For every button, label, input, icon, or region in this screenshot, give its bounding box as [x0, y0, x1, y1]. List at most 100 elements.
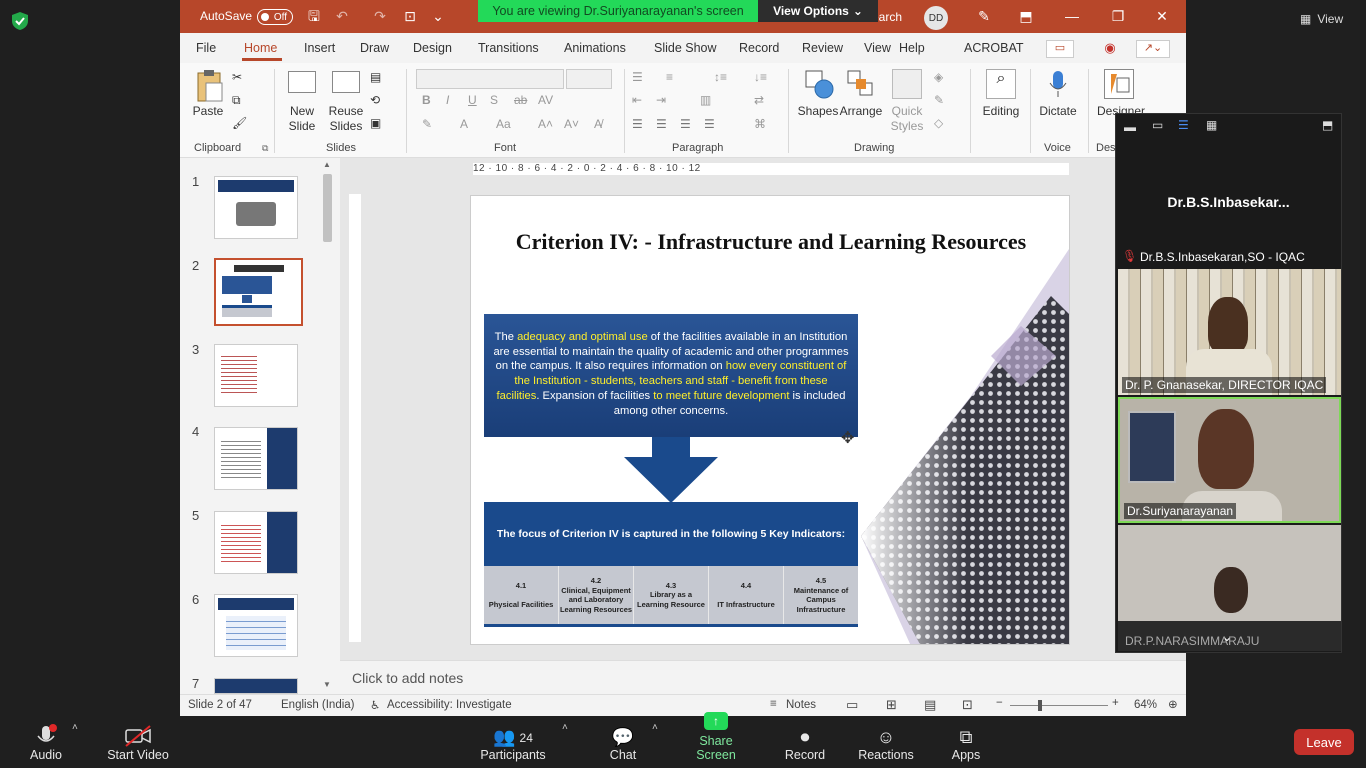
underline-icon[interactable]: U [468, 93, 477, 107]
increase-indent-icon[interactable]: ⇥ [656, 93, 666, 107]
line-spacing-icon[interactable]: ↕≡ [714, 70, 727, 84]
align-right-icon[interactable]: ☰ [680, 117, 691, 131]
expand-panel-icon[interactable]: ⌄ [1222, 630, 1232, 644]
clear-format-icon[interactable]: A̸ [594, 117, 602, 131]
slide-title[interactable]: Criterion IV: - Infrastructure and Learn… [511, 226, 1031, 257]
section-icon[interactable]: ▣ [370, 116, 381, 130]
copy-icon[interactable]: ⧉ [232, 93, 241, 108]
menu-review[interactable]: Review [802, 41, 843, 55]
cut-icon[interactable]: ✂ [232, 70, 242, 84]
editing-button[interactable]: Editing [978, 104, 1024, 118]
slide-thumbnail-3[interactable] [214, 344, 298, 407]
bullets-icon[interactable]: ☰ [632, 70, 643, 84]
menu-transitions[interactable]: Transitions [478, 41, 539, 55]
dictate-button[interactable]: Dictate [1036, 104, 1080, 118]
single-view-icon[interactable]: ▭ [1152, 118, 1163, 132]
align-center-icon[interactable]: ☰ [656, 117, 667, 131]
change-case-icon[interactable]: Aa [496, 117, 511, 131]
present-icon[interactable]: ⊡ [402, 8, 418, 24]
font-color-icon[interactable]: A [460, 117, 468, 131]
menu-home[interactable]: Home [244, 41, 277, 55]
avatar[interactable]: DD [924, 6, 948, 30]
view-button[interactable]: ▦ View [1300, 8, 1360, 30]
slide-thumbnail-4[interactable] [214, 427, 298, 490]
strip-view-icon[interactable]: ☰ [1178, 118, 1189, 132]
paste-button[interactable]: Paste [190, 104, 226, 118]
comments-icon[interactable]: ▭ [1046, 40, 1074, 58]
apps-button[interactable]: ⧉ Apps [944, 716, 988, 768]
view-options-button[interactable]: View Options ⌄ [758, 0, 878, 22]
leave-button[interactable]: Leave [1294, 729, 1354, 755]
slide-thumbnail-6[interactable] [214, 594, 298, 657]
language[interactable]: English (India) [281, 699, 355, 711]
undo-icon[interactable]: ↶ [334, 8, 350, 24]
shapes-icon[interactable] [804, 69, 834, 99]
slide-thumbnail-5[interactable] [214, 511, 298, 574]
shape-fill-icon[interactable]: ◈ [934, 70, 943, 84]
chat-button[interactable]: 💬 Chat [600, 716, 646, 768]
menu-help[interactable]: Help [899, 41, 925, 55]
numbering-icon[interactable]: ≡ [666, 70, 673, 84]
normal-view-icon[interactable]: ▭ [846, 697, 858, 713]
notes-pane[interactable]: Click to add notes [340, 660, 1186, 694]
start-video-button[interactable]: Start Video [104, 716, 172, 768]
arrange-icon[interactable] [846, 69, 876, 99]
shape-outline-icon[interactable]: ✎ [934, 93, 944, 107]
new-slide-button[interactable]: New Slide [280, 104, 324, 134]
focus-statement[interactable]: The focus of Criterion IV is captured in… [484, 502, 858, 566]
fit-slide-icon[interactable]: ⊕ [1168, 697, 1178, 711]
zoom-out-icon[interactable]: − [996, 697, 1003, 709]
reuse-slides-button[interactable]: Reuse Slides [324, 104, 368, 134]
video-tile-gnanasekar[interactable]: Dr. P. Gnanasekar, DIRECTOR IQAC [1118, 269, 1341, 395]
reset-icon[interactable]: ⟲ [370, 93, 380, 107]
sort-icon[interactable]: ↓≡ [754, 70, 767, 84]
paste-icon[interactable] [194, 69, 224, 103]
justify-icon[interactable]: ☰ [704, 117, 715, 131]
menu-slide-show[interactable]: Slide Show [654, 41, 717, 55]
close-icon[interactable]: ✕ [1154, 8, 1170, 24]
audio-options-icon[interactable]: ˄ [72, 722, 78, 733]
reuse-slides-icon[interactable] [332, 71, 360, 93]
menu-view[interactable]: View [864, 41, 891, 55]
menu-insert[interactable]: Insert [304, 41, 335, 55]
autosave-toggle[interactable]: Off [257, 9, 293, 25]
strikethrough-icon[interactable]: ab [514, 93, 527, 107]
ribbon-display-icon[interactable]: ⬒ [1018, 8, 1034, 24]
clipboard-launcher-icon[interactable]: ⧉ [262, 143, 268, 154]
arrange-button[interactable]: Arrange [838, 104, 884, 118]
zoom-slider-thumb[interactable] [1038, 700, 1042, 711]
shrink-font-icon[interactable]: A˅ [564, 117, 579, 131]
font-name-select[interactable] [416, 69, 564, 89]
accessibility-status[interactable]: Accessibility: Investigate [387, 699, 512, 711]
find-icon[interactable]: ⌕ [986, 69, 1016, 99]
quick-styles-button[interactable]: Quick Styles [884, 104, 930, 134]
record-button[interactable]: ⏺ Record [780, 716, 830, 768]
menu-animations[interactable]: Animations [564, 41, 626, 55]
text-direction-icon[interactable]: ⇄ [754, 93, 764, 107]
slide-thumbnail-2[interactable] [214, 258, 303, 326]
redo-icon[interactable]: ↷ [372, 8, 388, 24]
record-icon[interactable]: ◉ [1100, 40, 1120, 58]
share-icon[interactable]: ↗⌄ [1136, 40, 1170, 58]
slide-canvas[interactable]: Criterion IV: - Infrastructure and Learn… [470, 195, 1070, 645]
columns-icon[interactable]: ▥ [700, 93, 711, 107]
minimize-icon[interactable]: — [1064, 8, 1080, 24]
pop-out-icon[interactable]: ⬒ [1322, 118, 1333, 132]
chat-options-icon[interactable]: ˄ [652, 722, 658, 733]
new-slide-icon[interactable] [288, 71, 316, 93]
menu-acrobat[interactable]: ACROBAT [964, 41, 1024, 55]
restore-icon[interactable]: ❐ [1110, 8, 1126, 24]
participants-button[interactable]: 👥 24 Participants [476, 716, 550, 768]
align-left-icon[interactable]: ☰ [632, 117, 643, 131]
quick-styles-icon[interactable] [892, 69, 922, 99]
highlight-icon[interactable]: ✎ [422, 117, 432, 131]
spacing-icon[interactable]: AV [538, 93, 553, 107]
smartart-icon[interactable]: ⌘ [754, 117, 766, 131]
layout-icon[interactable]: ▤ [370, 70, 381, 84]
shape-effects-icon[interactable]: ◇ [934, 116, 943, 130]
menu-file[interactable]: File [196, 41, 216, 55]
slideshow-icon[interactable]: ⊡ [962, 697, 973, 713]
reading-view-icon[interactable]: ▤ [924, 697, 936, 713]
format-painter-icon[interactable]: 🖌 [232, 116, 247, 130]
designer-icon[interactable] [1104, 69, 1134, 99]
